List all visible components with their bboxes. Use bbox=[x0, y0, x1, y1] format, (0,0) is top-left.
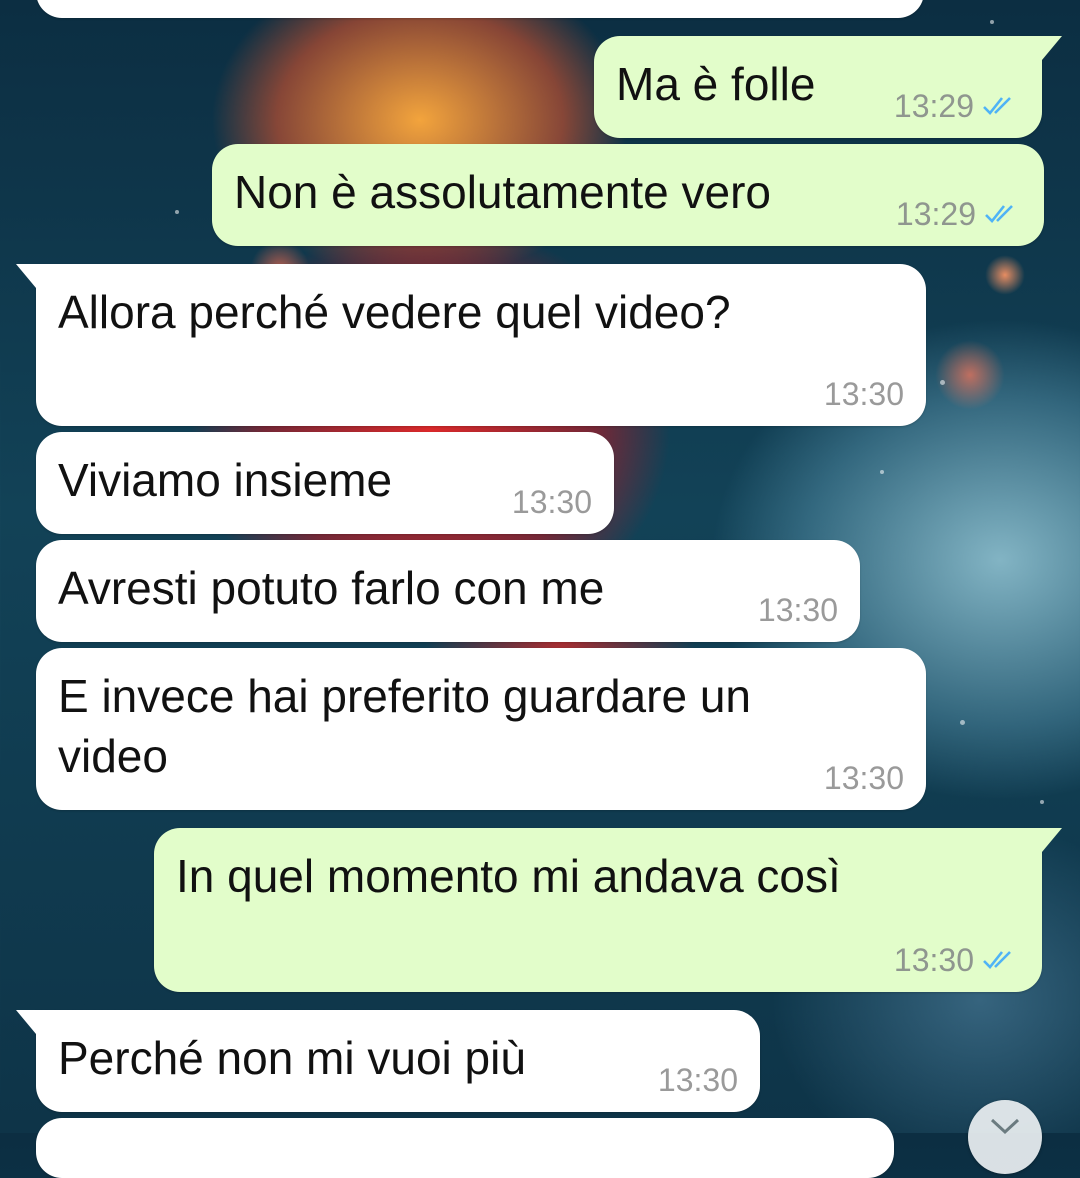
wallpaper-sparkle bbox=[960, 720, 965, 725]
message-text: Allora perché vedere quel video? bbox=[58, 286, 731, 338]
message-time: 13:29 bbox=[895, 196, 976, 232]
message-time: 13:30 bbox=[757, 592, 838, 628]
double-check-icon bbox=[983, 951, 1011, 969]
message-bubble-partial[interactable] bbox=[36, 1118, 894, 1178]
message-text: Ma è folle bbox=[616, 58, 816, 110]
message-time: 13:30 bbox=[657, 1062, 738, 1098]
wallpaper-sparkle bbox=[880, 470, 884, 474]
message-bubble-incoming[interactable]: Avresti potuto farlo con me 13:30 bbox=[36, 540, 860, 642]
message-meta: 13:29 bbox=[894, 88, 1020, 124]
message-meta: 13:30 bbox=[512, 484, 592, 520]
scroll-down-button[interactable] bbox=[968, 1100, 1042, 1174]
wallpaper-orb bbox=[985, 255, 1025, 295]
wallpaper-sparkle bbox=[175, 210, 179, 214]
message-text: Perché non mi vuoi più bbox=[58, 1032, 526, 1084]
message-meta: 13:30 bbox=[824, 376, 904, 412]
message-meta: 13:30 bbox=[894, 942, 1020, 978]
wallpaper-sparkle bbox=[940, 380, 945, 385]
message-time: 13:30 bbox=[511, 484, 592, 520]
message-time: 13:30 bbox=[893, 942, 974, 978]
message-text: In quel momento mi andava così bbox=[176, 850, 841, 902]
message-text-line: video bbox=[58, 730, 168, 782]
message-bubble-partial[interactable] bbox=[36, 0, 924, 18]
message-text: Non è assolutamente vero bbox=[234, 166, 771, 218]
message-meta: 13:30 bbox=[758, 592, 838, 628]
message-text: Viviamo insieme bbox=[58, 454, 393, 506]
message-text-line: E invece hai preferito guardare un bbox=[58, 670, 751, 722]
chevron-down-icon bbox=[990, 1118, 1020, 1135]
message-meta: 13:29 bbox=[896, 196, 1022, 232]
message-bubble-incoming[interactable]: E invece hai preferito guardare un video… bbox=[36, 648, 926, 810]
message-time: 13:29 bbox=[893, 88, 974, 124]
message-meta: 13:30 bbox=[658, 1062, 738, 1098]
message-time: 13:30 bbox=[823, 760, 904, 796]
wallpaper-orb bbox=[935, 340, 1005, 410]
message-bubble-outgoing[interactable]: In quel momento mi andava così 13:30 bbox=[154, 828, 1062, 992]
message-bubble-incoming[interactable]: Allora perché vedere quel video? 13:30 bbox=[16, 264, 926, 426]
wallpaper-sparkle bbox=[990, 20, 994, 24]
message-time: 13:30 bbox=[823, 376, 904, 412]
message-meta: 13:30 bbox=[824, 760, 904, 796]
message-bubble-outgoing[interactable]: Ma è folle 13:29 bbox=[594, 36, 1062, 138]
message-bubble-outgoing[interactable]: Non è assolutamente vero 13:29 bbox=[212, 144, 1044, 246]
wallpaper-sparkle bbox=[1040, 800, 1044, 804]
double-check-icon bbox=[983, 97, 1011, 115]
double-check-icon bbox=[985, 205, 1013, 223]
message-bubble-incoming[interactable]: Viviamo insieme 13:30 bbox=[36, 432, 614, 534]
message-bubble-incoming[interactable]: Perché non mi vuoi più 13:30 bbox=[16, 1010, 760, 1112]
message-text: Avresti potuto farlo con me bbox=[58, 562, 605, 614]
